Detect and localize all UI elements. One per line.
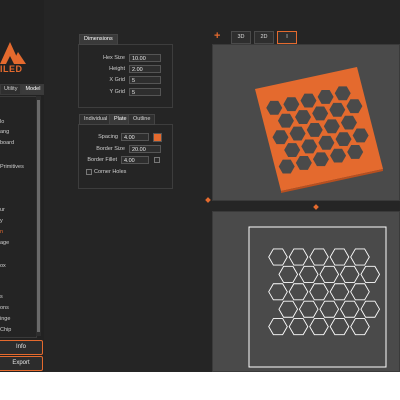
y-grid-label: Y Grid — [109, 89, 126, 95]
list-item[interactable]: ur — [0, 207, 5, 213]
plate-3d-render — [255, 67, 383, 193]
tab-utility[interactable]: Utility — [0, 84, 22, 95]
border-size-label: Border Size — [96, 146, 125, 152]
plate-2d-outline — [248, 226, 387, 368]
list-item[interactable]: Chip — [0, 327, 11, 333]
hex-outline — [268, 248, 288, 266]
app-window: ILED Utility Model lo ang board Primitiv… — [0, 0, 400, 372]
height-label: Height — [109, 66, 125, 72]
border-fillet-checkbox[interactable] — [154, 157, 160, 163]
list-item[interactable]: lo — [0, 119, 4, 125]
view-3d-button[interactable]: 3D — [231, 31, 251, 44]
spacing-field[interactable]: 4.00 — [121, 133, 149, 141]
hex-size-label: Hex Size — [102, 55, 125, 61]
hex-outline — [268, 318, 288, 336]
info-button[interactable]: Info — [0, 340, 43, 355]
hex-outline — [309, 248, 329, 266]
hex-outline — [360, 300, 381, 318]
list-item[interactable]: age — [0, 240, 9, 246]
list-item[interactable]: ang — [0, 129, 9, 135]
logo-text: ILED — [0, 64, 23, 74]
hex-outline — [288, 248, 309, 266]
list-item[interactable]: n — [0, 229, 3, 235]
hex-outline — [268, 283, 288, 301]
export-button[interactable]: Export — [0, 356, 43, 371]
hex-outline — [339, 265, 360, 283]
x-grid-field[interactable]: 5 — [129, 76, 161, 84]
y-grid-field[interactable]: 5 — [129, 88, 161, 96]
tab-individual[interactable]: Individual — [79, 114, 113, 125]
hex-outline — [329, 283, 350, 301]
spacing-label: Spacing — [98, 134, 118, 140]
border-fillet-field[interactable]: 4.00 — [121, 156, 149, 164]
tab-outline[interactable]: Outline — [128, 114, 156, 125]
height-field[interactable]: 2.00 — [129, 65, 161, 73]
viewport-3d[interactable] — [212, 44, 400, 201]
tab-dimensions[interactable]: Dimensions — [79, 34, 118, 45]
corner-holes-label: Corner Holes — [94, 169, 127, 175]
hex-outline — [350, 283, 370, 301]
hex-outline — [278, 300, 299, 318]
list-item[interactable]: y — [0, 218, 3, 224]
view-2d-button[interactable]: 2D — [254, 31, 274, 44]
hex-outline — [288, 283, 309, 301]
view-split-button[interactable]: I — [277, 31, 297, 44]
hex-outline — [319, 300, 340, 318]
hex-outline — [278, 265, 299, 283]
plus-icon[interactable]: + — [214, 31, 220, 42]
list-item[interactable]: s — [0, 294, 3, 300]
sidebar: ILED Utility Model lo ang board Primitiv… — [0, 0, 45, 372]
list-item[interactable]: ox — [0, 263, 6, 269]
logo-icon — [0, 42, 26, 64]
resize-handle-center[interactable] — [313, 204, 319, 210]
hex-outline — [288, 318, 309, 336]
plate-color-swatch[interactable] — [153, 133, 162, 142]
hex-size-field[interactable]: 10.00 — [129, 54, 161, 62]
list-item[interactable]: Primitives — [0, 164, 24, 170]
hex-outline — [309, 283, 329, 301]
hex-outline — [319, 265, 340, 283]
resize-handle-left[interactable] — [205, 197, 211, 203]
list-item[interactable]: board — [0, 140, 14, 146]
hex-outline — [298, 265, 319, 283]
viewport-2d[interactable] — [212, 211, 400, 372]
tab-model[interactable]: Model — [21, 84, 45, 95]
hex-outline — [309, 318, 329, 336]
x-grid-label: X Grid — [109, 77, 125, 83]
border-fillet-label: Border Fillet — [87, 157, 117, 163]
hex-outline — [339, 300, 360, 318]
hex-outline — [360, 265, 381, 283]
hex-outline — [350, 248, 370, 266]
hex-outline — [298, 300, 319, 318]
model-list: lo ang board Primitives ur y n age ox s … — [0, 96, 37, 338]
list-item[interactable]: ons — [0, 305, 9, 311]
scrollbar-thumb[interactable] — [37, 100, 40, 332]
hex-outline — [350, 318, 370, 336]
border-size-field[interactable]: 20.00 — [129, 145, 161, 153]
list-scrollbar[interactable] — [36, 96, 41, 336]
corner-holes-checkbox[interactable] — [86, 169, 92, 175]
list-item[interactable]: inge — [0, 316, 10, 322]
sidebar-tabs: Utility Model — [0, 84, 45, 95]
hex-outline — [329, 248, 350, 266]
hex-outline — [329, 318, 350, 336]
